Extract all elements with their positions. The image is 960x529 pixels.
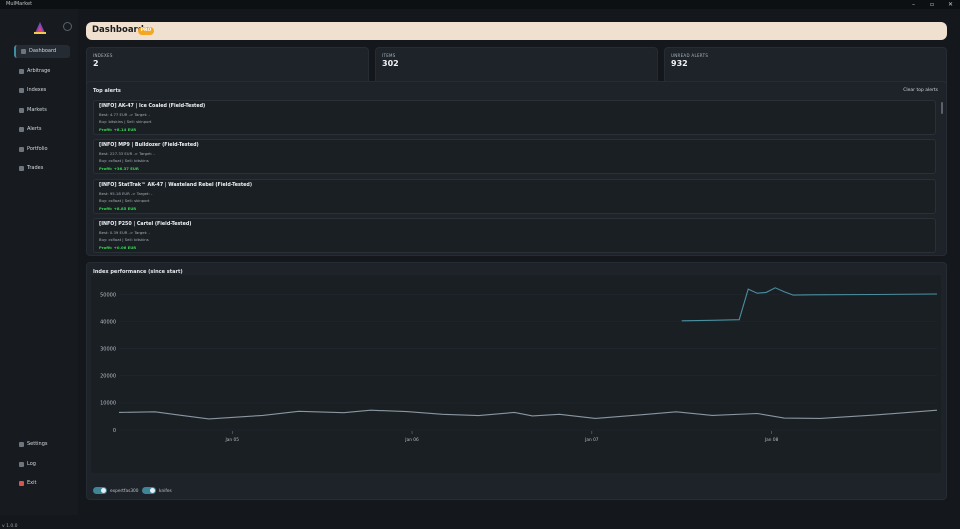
alert-price-line: Best: 227.33 EUR -> Target: - xyxy=(99,151,155,157)
exit-icon xyxy=(19,481,24,486)
sidebar-item-label: Trades xyxy=(27,165,44,171)
alert-market-line: Buy: csfloat | Sell: bitskins xyxy=(99,236,149,242)
alert-profit: Profit: +0.06 EUR xyxy=(99,244,137,250)
stat-value: 2 xyxy=(93,59,99,68)
arbitrage-icon xyxy=(19,68,24,74)
stat-value: 932 xyxy=(671,59,688,68)
alert-price-line: Best: 0.39 EUR -> Target: - xyxy=(99,229,150,235)
page-header: Dashboard PRO xyxy=(86,22,947,40)
alert-card[interactable]: [INFO] StatTrak™ AK-47 | Wasteland Rebel… xyxy=(93,178,936,214)
version-label: v 1.0.0 xyxy=(2,524,18,529)
sidebar: Dashboard Arbitrage Indexes Markets Alerts Po… xyxy=(0,9,78,529)
close-button[interactable]: ✕ xyxy=(948,0,953,9)
x-tick-label: Jan 08 xyxy=(764,437,779,443)
sidebar-item-label: Exit xyxy=(27,480,37,486)
sidebar-collapse-button[interactable] xyxy=(63,22,72,31)
alert-title: [INFO] MP9 | Bulldozer (Field-Tested) xyxy=(99,143,199,149)
settings-icon xyxy=(19,442,24,447)
sidebar-item-alerts[interactable]: Alerts xyxy=(14,123,70,136)
sidebar-item-trades[interactable]: Trades xyxy=(14,162,70,175)
chart-area: 0 10000 20000 30000 40000 50000 Jan 05 Jan 06 Ja… xyxy=(91,275,941,473)
markets-icon xyxy=(19,107,24,113)
series-line-expertfas300 xyxy=(681,287,938,322)
dashboard-icon xyxy=(21,49,26,54)
alert-card[interactable]: [INFO] P250 | Cartel (Field-Tested) Best:… xyxy=(93,217,936,253)
alert-market-line: Buy: bitskins | Sell: skinport xyxy=(99,119,152,124)
trades-icon xyxy=(19,166,24,171)
x-tick-label: Jan 05 xyxy=(225,437,240,443)
pro-badge: PRO xyxy=(138,27,154,35)
alert-card[interactable]: [INFO] MP9 | Bulldozer (Field-Tested) Bes… xyxy=(93,139,936,175)
sidebar-item-label: Portfolio xyxy=(27,145,48,152)
alerts-scrollbar[interactable] xyxy=(941,102,943,114)
alert-price-line: Best: 95.18 EUR -> Target: - xyxy=(99,190,153,196)
index-performance-chart: 0 10000 20000 30000 40000 50000 Jan 05 Jan 06 Ja… xyxy=(100,287,938,443)
minimize-button[interactable]: – xyxy=(912,0,915,9)
series-toggle[interactable] xyxy=(93,487,107,494)
y-tick-label: 40000 xyxy=(100,319,116,325)
y-tick-label: 10000 xyxy=(100,401,116,407)
legend-item-expertfas300[interactable]: expertfas300 xyxy=(93,487,139,496)
y-tick-label: 0 xyxy=(113,428,116,434)
alert-title: [INFO] AK-47 | Ice Coaled (Field-Tested) xyxy=(99,104,206,109)
sidebar-item-label: Settings xyxy=(27,441,48,447)
stat-label: INDEXES xyxy=(93,53,113,58)
alert-profit: Profit: +8.85 EUR xyxy=(99,205,137,211)
alert-market-line: Buy: csfloat | Sell: skinport xyxy=(99,197,150,203)
clear-top-alerts-button[interactable]: Clear top alerts xyxy=(903,88,938,93)
page-title: Dashboard xyxy=(92,25,144,35)
indexes-icon xyxy=(19,88,24,93)
y-tick-label: 30000 xyxy=(100,347,116,353)
x-tick-label: Jan 07 xyxy=(584,437,599,443)
sidebar-item-settings[interactable]: Settings xyxy=(14,438,70,451)
alert-title: [INFO] StatTrak™ AK-47 | Wasteland Rebel… xyxy=(99,182,253,188)
sidebar-item-label: Markets xyxy=(27,106,47,113)
maximize-button[interactable]: ▫ xyxy=(930,0,934,9)
legend-label: expertfas300 xyxy=(110,489,139,494)
sidebar-item-label: Indexes xyxy=(27,87,47,93)
legend-label: knifes xyxy=(159,489,172,494)
top-alerts-panel: Top alerts Clear top alerts [INFO] AK-47… xyxy=(86,81,947,256)
alert-price-line: Best: 4.77 EUR -> Target: - xyxy=(99,112,150,117)
logo-icon xyxy=(34,22,46,34)
y-tick-label: 50000 xyxy=(100,292,116,298)
series-toggle[interactable] xyxy=(142,487,156,494)
alert-title: [INFO] P250 | Cartel (Field-Tested) xyxy=(99,221,192,227)
window-title: MulMarket xyxy=(6,1,33,7)
alerts-icon xyxy=(19,127,24,132)
stat-value: 302 xyxy=(382,59,399,68)
log-icon xyxy=(19,461,24,467)
y-tick-label: 20000 xyxy=(100,374,116,380)
sidebar-item-portfolio[interactable]: Portfolio xyxy=(14,143,70,156)
alert-profit: Profit: +8.14 EUR xyxy=(99,127,137,132)
alert-card[interactable]: [INFO] AK-47 | Ice Coaled (Field-Tested)… xyxy=(93,100,936,135)
sidebar-item-log[interactable]: Log xyxy=(14,458,70,471)
index-performance-panel: Index performance (since start) 0 10000 20… xyxy=(86,262,947,500)
stat-label: UNREAD ALERTS xyxy=(671,53,709,58)
sidebar-item-label: Alerts xyxy=(27,126,42,132)
sidebar-item-exit[interactable]: Exit xyxy=(14,477,70,490)
stat-label: ITEMS xyxy=(382,53,396,58)
sidebar-item-markets[interactable]: Markets xyxy=(14,104,70,117)
series-line-knifes xyxy=(118,409,938,420)
legend-item-knifes[interactable]: knifes xyxy=(142,487,172,496)
sidebar-item-label: Dashboard xyxy=(29,48,57,54)
sidebar-item-indexes[interactable]: Indexes xyxy=(14,84,70,97)
panel-title: Top alerts xyxy=(93,88,121,94)
window-titlebar: MulMarket – ▫ ✕ xyxy=(0,0,960,9)
alert-market-line: Buy: csfloat | Sell: bitskins xyxy=(99,158,149,164)
sidebar-item-arbitrage[interactable]: Arbitrage xyxy=(14,65,70,78)
sidebar-item-label: Log xyxy=(27,460,36,467)
sidebar-item-label: Arbitrage xyxy=(27,67,51,74)
alert-profit: Profit: +36.37 EUR xyxy=(99,166,139,172)
sidebar-item-dashboard[interactable]: Dashboard xyxy=(14,45,70,58)
portfolio-icon xyxy=(19,146,24,152)
x-tick-label: Jan 06 xyxy=(404,437,419,443)
